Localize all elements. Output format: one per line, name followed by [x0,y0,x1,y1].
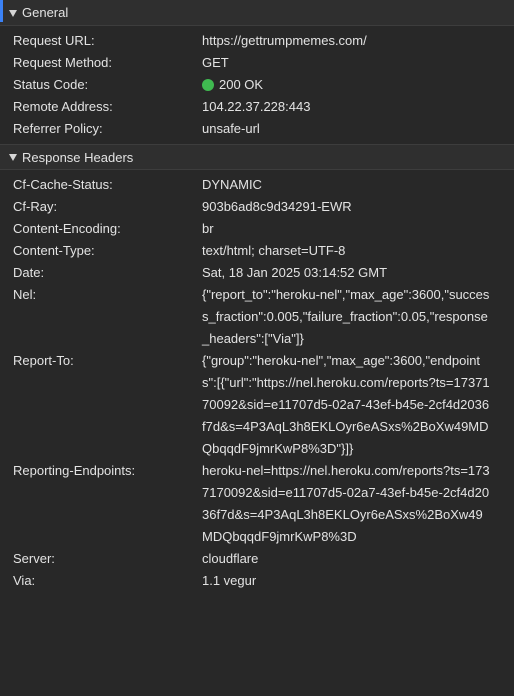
header-name: Content-Type: [13,243,95,258]
header-row: Date: Sat, 18 Jan 2025 03:14:52 GMT [0,262,514,284]
header-value[interactable]: 903b6ad8c9d34291-EWR [202,196,492,218]
header-row: Content-Type: text/html; charset=UTF-8 [0,240,514,262]
status-code-label: Status Code: [13,77,89,92]
header-name: Reporting-Endpoints: [13,463,136,478]
request-method-value[interactable]: GET [202,52,492,74]
section-title-general: General [22,5,69,20]
header-name: Server: [13,551,55,566]
header-value[interactable]: br [202,218,492,240]
triangle-down-icon[interactable] [9,154,17,161]
header-value[interactable]: {"group":"heroku-nel","max_age":3600,"en… [202,350,492,460]
section-header-response-headers[interactable]: Response Headers [0,144,514,170]
section-title-response-headers: Response Headers [22,149,134,165]
header-row: Reporting-Endpoints: heroku-nel=https://… [0,460,514,548]
status-code-cell: 200 OK [202,74,492,96]
referrer-policy-value[interactable]: unsafe-url [202,118,492,140]
header-value[interactable]: DYNAMIC [202,174,492,196]
request-url-value[interactable]: https://gettrumpmemes.com/ [202,30,492,52]
header-row: Nel: {"report_to":"heroku-nel","max_age"… [0,284,514,350]
referrer-policy-label: Referrer Policy: [13,121,103,136]
header-name: Content-Encoding: [13,221,121,236]
header-row: Via: 1.1 vegur [0,570,514,592]
general-row-status-code: Status Code: 200 OK [0,74,514,96]
status-dot-icon [202,79,214,91]
header-row: Cf-Cache-Status: DYNAMIC [0,174,514,196]
header-row: Cf-Ray: 903b6ad8c9d34291-EWR [0,196,514,218]
general-rows: Request URL: https://gettrumpmemes.com/ … [0,26,514,144]
request-method-label: Request Method: [13,55,113,70]
general-row-request-url: Request URL: https://gettrumpmemes.com/ [0,30,514,52]
header-value[interactable]: Sat, 18 Jan 2025 03:14:52 GMT [202,262,492,284]
remote-address-label: Remote Address: [13,99,113,114]
status-code-value[interactable]: 200 OK [219,77,263,92]
header-name: Cf-Cache-Status: [13,177,113,192]
header-row: Content-Encoding: br [0,218,514,240]
header-row: Report-To: {"group":"heroku-nel","max_ag… [0,350,514,460]
header-name: Via: [13,573,36,588]
general-row-request-method: Request Method: GET [0,52,514,74]
request-url-label: Request URL: [13,33,95,48]
header-value[interactable]: cloudflare [202,548,492,570]
header-name: Nel: [13,287,37,302]
triangle-down-icon[interactable] [9,9,17,17]
remote-address-value[interactable]: 104.22.37.228:443 [202,96,492,118]
header-name: Report-To: [13,353,74,368]
header-value[interactable]: text/html; charset=UTF-8 [202,240,492,262]
header-value[interactable]: heroku-nel=https://nel.heroku.com/report… [202,460,492,548]
header-value[interactable]: 1.1 vegur [202,570,492,592]
general-row-remote-address: Remote Address: 104.22.37.228:443 [0,96,514,118]
section-header-general[interactable]: General [0,0,514,26]
general-row-referrer-policy: Referrer Policy: unsafe-url [0,118,514,140]
header-name: Cf-Ray: [13,199,58,214]
header-row: Server: cloudflare [0,548,514,570]
header-name: Date: [13,265,45,280]
selection-accent-bar [0,0,3,22]
response-header-rows: Cf-Cache-Status: DYNAMIC Cf-Ray: 903b6ad… [0,170,514,596]
header-value[interactable]: {"report_to":"heroku-nel","max_age":3600… [202,284,492,350]
